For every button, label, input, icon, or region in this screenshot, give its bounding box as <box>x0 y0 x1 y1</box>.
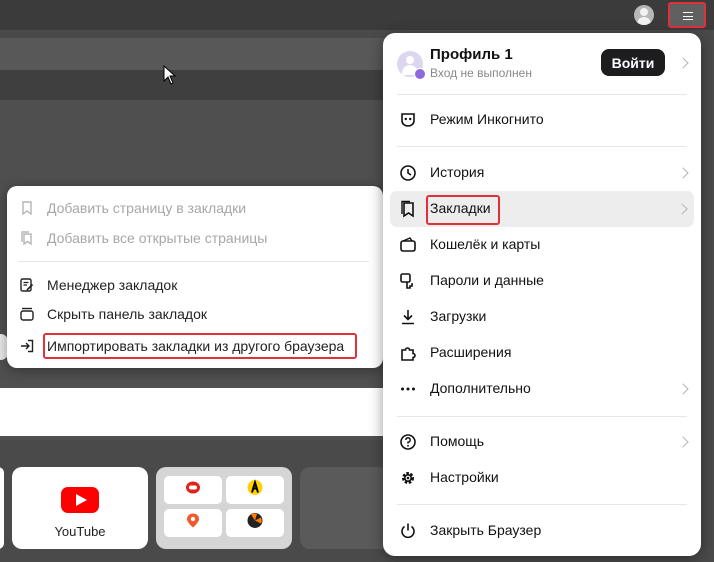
bookmark-manager-item[interactable]: Менеджер закладок <box>7 272 383 298</box>
import-icon <box>21 339 34 353</box>
orange-circle-logo-icon <box>247 513 263 534</box>
main-menu-button[interactable] <box>668 2 706 28</box>
mini-tile <box>226 476 284 504</box>
profile-name[interactable]: Профиль 1 <box>430 46 513 63</box>
login-button[interactable]: Войти <box>601 49 665 76</box>
menu-item-label: Менеджер закладок <box>47 277 178 293</box>
highlight-box <box>43 333 357 359</box>
wallet-icon <box>400 237 416 252</box>
menu-item-label: Пароли и данные <box>430 272 544 288</box>
main-menu: Профиль 1 Вход не выполнен Войти Режим И… <box>383 33 701 556</box>
divider <box>397 94 687 95</box>
map-pin-logo-icon <box>186 513 200 534</box>
yellow-a-logo-icon <box>247 479 263 501</box>
hamburger-icon <box>683 12 693 20</box>
mouse-cursor-icon <box>163 65 177 85</box>
menu-item-close-browser[interactable]: Закрыть Браузер <box>383 513 701 549</box>
browser-top-bar <box>0 0 714 30</box>
hide-bookmarks-bar-item[interactable]: Скрыть панель закладок <box>7 301 383 327</box>
bookmarks-submenu: Добавить страницу в закладки Добавить вс… <box>7 186 383 368</box>
incognito-icon <box>401 113 415 127</box>
menu-item-label: Помощь <box>430 433 485 449</box>
mini-tile <box>226 509 284 537</box>
menu-item-label: Расширения <box>430 344 512 360</box>
highlight-box <box>426 195 500 225</box>
address-bar[interactable] <box>0 38 390 70</box>
bookmark-manager-icon <box>20 278 34 292</box>
chevron-right-icon <box>676 203 688 215</box>
chevron-right-icon <box>677 167 689 179</box>
power-icon <box>401 523 415 539</box>
red-car-logo-icon <box>185 481 201 500</box>
mini-tile <box>164 476 222 504</box>
profile-avatar-icon <box>397 51 426 80</box>
bookmarks-bar <box>0 70 390 100</box>
menu-item-label: Добавить все открытые страницы <box>47 230 268 246</box>
hide-panel-icon <box>20 307 34 321</box>
menu-item-passwords[interactable]: Пароли и данные <box>383 263 701 299</box>
key-icon <box>400 273 413 289</box>
menu-item-wallet[interactable]: Кошелёк и карты <box>383 227 701 263</box>
divider <box>397 146 687 147</box>
help-icon <box>400 434 416 450</box>
divider <box>397 416 687 417</box>
search-panel[interactable] <box>0 388 390 436</box>
menu-item-label: Настройки <box>430 469 499 485</box>
speed-dial-tile[interactable] <box>0 467 4 549</box>
puzzle-icon <box>401 347 416 361</box>
speed-dial-tile-youtube[interactable]: YouTube <box>12 467 148 549</box>
menu-item-settings[interactable]: Настройки <box>383 460 701 496</box>
menu-item-label: История <box>430 164 485 180</box>
menu-item-label: Режим Инкогнито <box>430 111 544 127</box>
download-icon <box>402 310 414 325</box>
speed-dial-folder-tile[interactable] <box>156 467 292 549</box>
add-all-pages-item: Добавить все открытые страницы <box>7 225 383 251</box>
profile-avatar-icon[interactable] <box>634 5 654 25</box>
menu-item-label: Дополнительно <box>430 380 531 396</box>
more-dots-icon <box>401 387 415 391</box>
menu-item-label: Закрыть Браузер <box>430 522 542 538</box>
youtube-logo-icon <box>61 487 99 513</box>
bookmark-icon <box>22 201 32 215</box>
menu-item-label: Загрузки <box>430 308 487 324</box>
bookmark-icon <box>401 200 414 218</box>
divider <box>19 261 369 262</box>
profile-status: Вход не выполнен <box>430 66 532 80</box>
menu-item-extensions[interactable]: Расширения <box>383 335 701 371</box>
chevron-right-icon <box>677 383 689 395</box>
chevron-right-icon <box>677 436 689 448</box>
gear-icon <box>402 472 414 484</box>
chevron-right-icon[interactable] <box>677 57 689 69</box>
mini-tile <box>164 509 222 537</box>
menu-item-label: Скрыть панель закладок <box>47 306 207 322</box>
tile-label: YouTube <box>54 524 106 539</box>
add-page-bookmark-item: Добавить страницу в закладки <box>7 195 383 221</box>
bookmarks-stack-icon <box>21 231 32 245</box>
menu-item-help[interactable]: Помощь <box>383 424 701 460</box>
menu-item-downloads[interactable]: Загрузки <box>383 299 701 335</box>
clock-icon <box>400 165 416 181</box>
menu-item-label: Кошелёк и карты <box>430 236 541 252</box>
menu-item-incognito[interactable]: Режим Инкогнито <box>383 102 701 138</box>
divider <box>397 504 687 505</box>
menu-item-history[interactable]: История <box>383 155 701 191</box>
menu-item-more[interactable]: Дополнительно <box>383 371 701 407</box>
menu-item-label: Добавить страницу в закладки <box>47 200 247 216</box>
